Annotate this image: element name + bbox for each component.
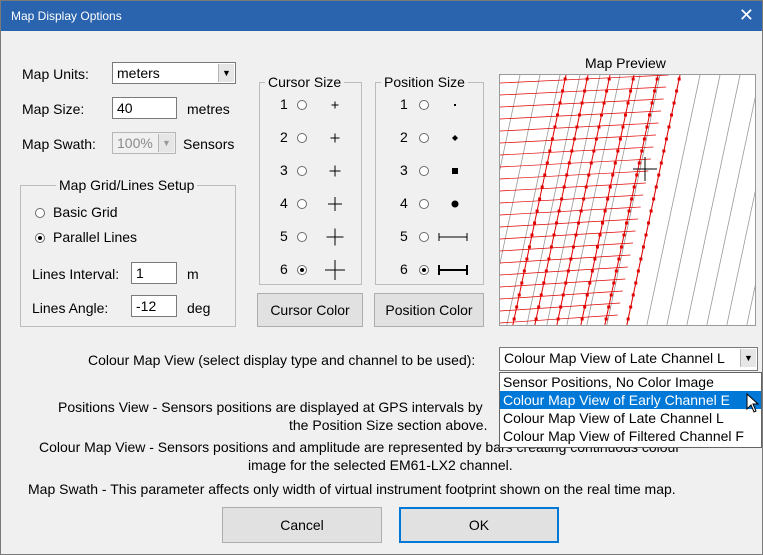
map-swath-label: Map Swath:	[22, 136, 96, 152]
position-size-number: 5	[400, 228, 408, 244]
chevron-down-icon[interactable]: ▼	[740, 349, 756, 367]
map-units-value: meters	[117, 65, 160, 81]
crosshair-icon	[326, 228, 344, 246]
lines-interval-unit: m	[187, 266, 199, 282]
position-size-radio-5[interactable]	[419, 232, 429, 242]
lines-interval-label: Lines Interval:	[32, 266, 120, 282]
close-icon[interactable]: ✕	[739, 5, 754, 25]
map-preview	[499, 74, 756, 326]
ok-button[interactable]: OK	[399, 507, 559, 543]
crosshair-icon	[331, 101, 339, 109]
cursor-size-radio-1[interactable]	[297, 100, 307, 110]
map-size-input[interactable]: 40	[112, 97, 177, 119]
position-size-radio-1[interactable]	[419, 100, 429, 110]
position-size-number: 2	[400, 129, 408, 145]
map-swath-value: 100%	[117, 135, 153, 151]
colour-map-view-options: Sensor Positions, No Color Image Colour M…	[499, 372, 762, 448]
colour-map-view-option[interactable]: Sensor Positions, No Color Image	[500, 373, 761, 391]
position-size-radio-3[interactable]	[419, 166, 429, 176]
cursor-size-radio-2[interactable]	[297, 133, 307, 143]
position-marker-icon	[452, 135, 458, 141]
map-size-unit: metres	[187, 101, 230, 117]
grid-setup-title: Map Grid/Lines Setup	[56, 177, 198, 193]
crosshair-icon	[325, 260, 345, 280]
position-size-radio-6[interactable]	[419, 265, 429, 275]
position-size-title: Position Size	[381, 74, 468, 90]
mouse-cursor-icon	[746, 393, 760, 413]
position-marker-icon	[438, 233, 468, 241]
colour-map-view-label: Colour Map View (select display type and…	[88, 352, 476, 368]
map-swath-dropdown: 100% ▼	[112, 132, 176, 154]
cursor-size-radio-4[interactable]	[297, 199, 307, 209]
cursor-size-number: 4	[280, 195, 288, 211]
crosshair-icon	[329, 165, 341, 177]
cursor-size-radio-5[interactable]	[297, 232, 307, 242]
colour-map-view-option[interactable]: Colour Map View of Filtered Channel F	[500, 427, 761, 445]
lines-angle-input[interactable]: -12	[131, 295, 177, 317]
map-swath-unit: Sensors	[183, 136, 235, 152]
cursor-size-number: 2	[280, 129, 288, 145]
map-units-dropdown[interactable]: meters ▼	[112, 62, 236, 84]
swath-info-line: Map Swath - This parameter affects only …	[28, 481, 676, 497]
window-title: Map Display Options	[11, 9, 122, 23]
chevron-down-icon[interactable]: ▼	[218, 64, 234, 82]
colour-map-view-dropdown[interactable]: Colour Map View of Late Channel L ▼	[499, 347, 758, 371]
cursor-size-number: 5	[280, 228, 288, 244]
dialog-window: Map Display Options ✕ Map Units: meters …	[0, 0, 763, 555]
lines-interval-input[interactable]: 1	[131, 262, 177, 284]
position-size-number: 3	[400, 162, 408, 178]
parallel-lines-radio[interactable]	[35, 233, 45, 243]
colour-info-line2: image for the selected EM61-LX2 channel.	[248, 457, 513, 473]
map-units-label: Map Units:	[22, 66, 89, 82]
position-marker-icon	[454, 104, 456, 106]
position-size-number: 1	[400, 96, 408, 112]
crosshair-icon	[330, 133, 340, 143]
map-preview-title: Map Preview	[585, 55, 666, 71]
positions-info-line1: Positions View - Sensors positions are d…	[58, 399, 483, 415]
map-preview-canvas	[500, 75, 755, 325]
position-color-button[interactable]: Position Color	[374, 293, 484, 327]
parallel-lines-label[interactable]: Parallel Lines	[53, 229, 137, 245]
cursor-size-number: 1	[280, 96, 288, 112]
crosshair-icon	[328, 197, 342, 211]
position-size-radio-2[interactable]	[419, 133, 429, 143]
chevron-down-icon: ▼	[158, 134, 174, 152]
position-size-radio-4[interactable]	[419, 199, 429, 209]
position-marker-icon	[452, 168, 458, 174]
colour-map-view-value: Colour Map View of Late Channel L	[504, 350, 725, 366]
cursor-size-number: 3	[280, 162, 288, 178]
basic-grid-label[interactable]: Basic Grid	[53, 204, 118, 220]
lines-angle-label: Lines Angle:	[32, 300, 109, 316]
cursor-size-title: Cursor Size	[265, 74, 345, 90]
position-marker-icon	[451, 200, 459, 208]
colour-map-view-option[interactable]: Colour Map View of Late Channel L	[500, 409, 761, 427]
lines-angle-unit: deg	[187, 300, 211, 316]
cursor-size-number: 6	[280, 261, 288, 277]
cursor-size-radio-3[interactable]	[297, 166, 307, 176]
map-size-label: Map Size:	[22, 101, 85, 117]
position-marker-icon	[438, 265, 468, 275]
positions-info-line2: the Position Size section above.	[289, 417, 488, 433]
position-size-number: 4	[400, 195, 408, 211]
basic-grid-radio[interactable]	[35, 208, 45, 218]
cancel-button[interactable]: Cancel	[222, 507, 382, 543]
cursor-color-button[interactable]: Cursor Color	[257, 293, 363, 327]
colour-map-view-option[interactable]: Colour Map View of Early Channel E	[500, 391, 761, 409]
cursor-size-radio-6[interactable]	[297, 265, 307, 275]
position-size-number: 6	[400, 261, 408, 277]
title-bar: Map Display Options ✕	[1, 1, 762, 31]
